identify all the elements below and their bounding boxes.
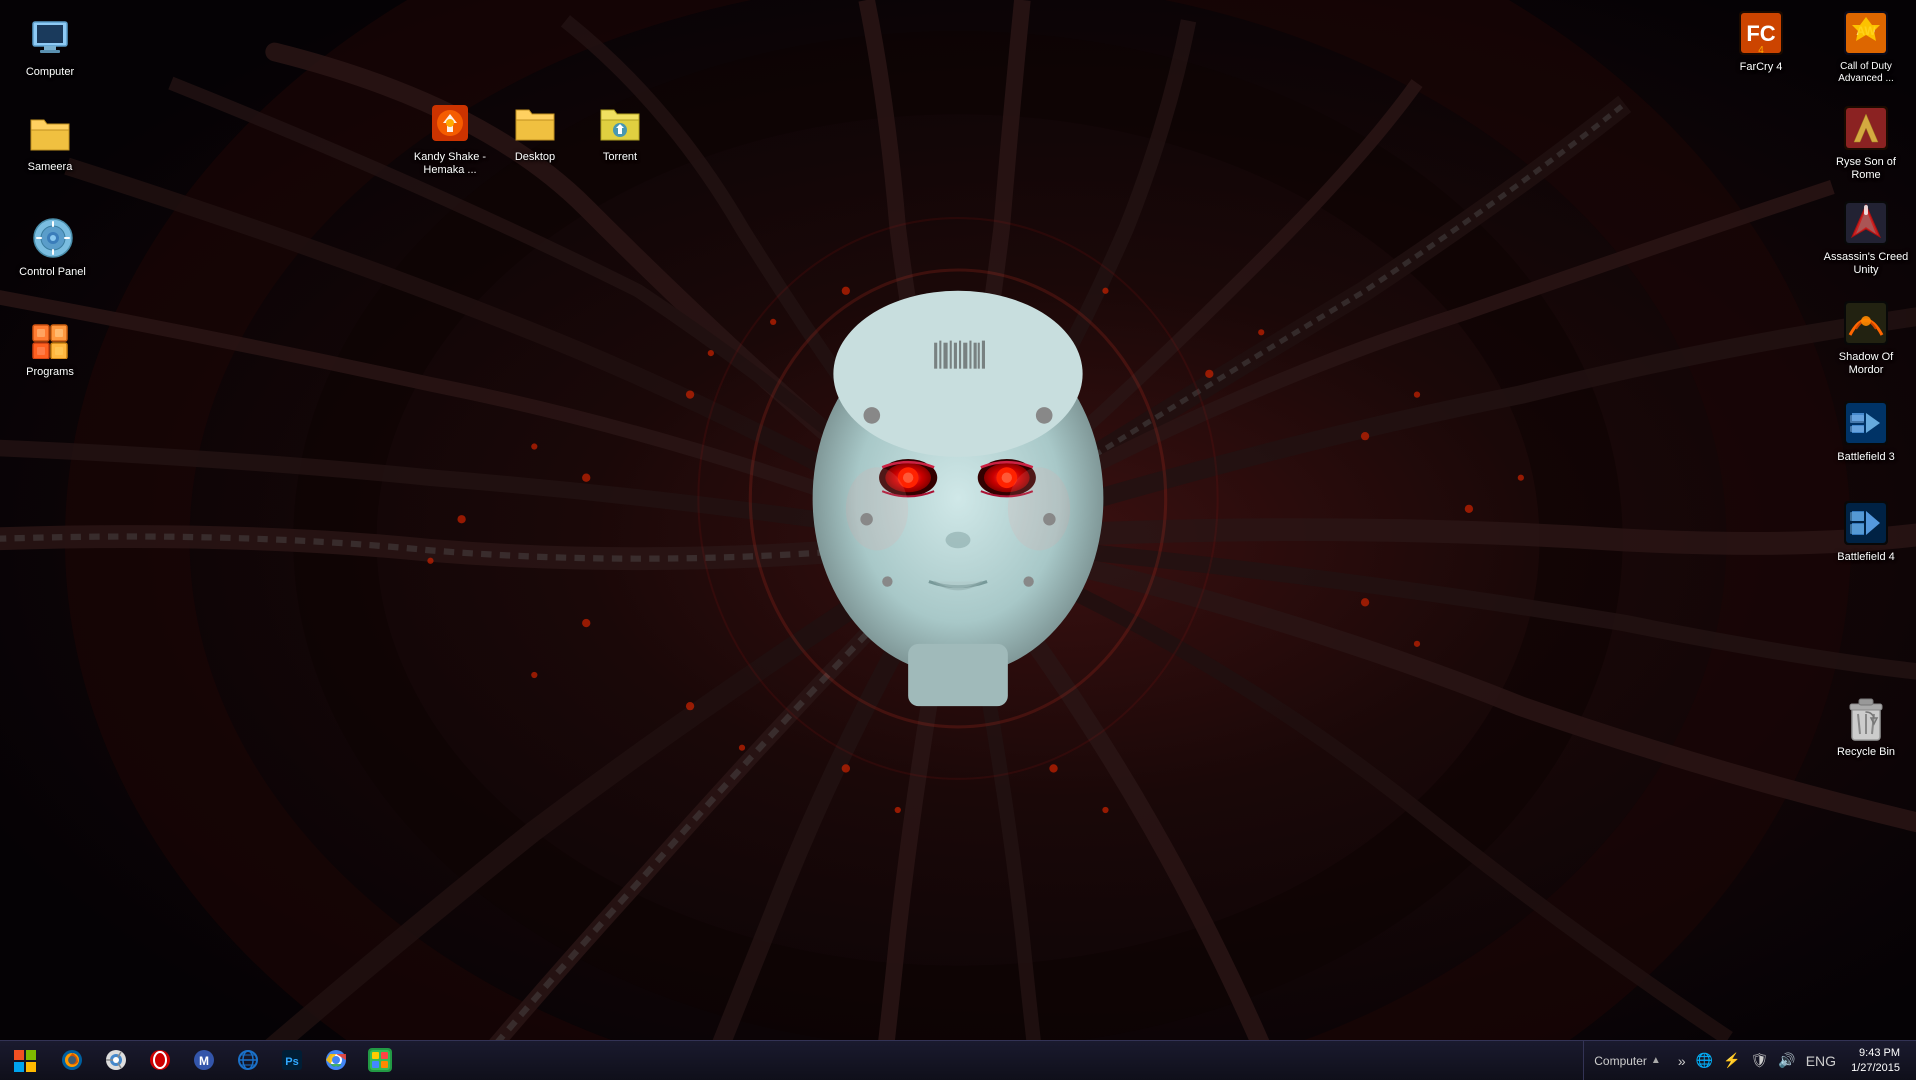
kandy-shake-label: Kandy Shake - Hemaka ... — [409, 151, 491, 177]
maxthon-icon: M — [192, 1048, 216, 1072]
clock-date: 1/27/2015 — [1851, 1061, 1900, 1075]
chrome-old-icon — [104, 1048, 128, 1072]
desktop: Computer Sameera Control Panel — [0, 0, 1916, 1080]
recycle-bin-icon[interactable]: Recycle Bin — [1816, 690, 1916, 763]
ryse-label: Ryse Son of Rome — [1820, 156, 1912, 182]
shadow-label: Shadow Of Mordor — [1820, 351, 1912, 377]
torrent-label: Torrent — [603, 151, 637, 164]
taskbar-maxthon[interactable]: M — [182, 1041, 226, 1080]
expand-arrow: ▲ — [1651, 1055, 1661, 1066]
taskbar-chrome[interactable] — [314, 1041, 358, 1080]
sameera-label: Sameera — [28, 161, 73, 174]
wallpaper — [0, 0, 1916, 1080]
assassins-label: Assassin's Creed Unity — [1820, 251, 1912, 277]
svg-text:FC: FC — [1746, 21, 1775, 46]
sameera-icon[interactable]: Sameera — [10, 105, 90, 178]
photoshop-icon: Ps — [280, 1048, 304, 1072]
kandy-shake-icon-img — [426, 99, 474, 147]
systray-area: » 🌐 ⚡ 🛡 🔊 ENG — [1675, 1050, 1839, 1071]
desktop-label: Desktop — [515, 151, 555, 164]
taskbar-chrome-old[interactable] — [94, 1041, 138, 1080]
farcry4-label: FarCry 4 — [1740, 61, 1783, 74]
taskbar-clock[interactable]: 9:43 PM 1/27/2015 — [1843, 1041, 1908, 1080]
farcry4-icon-img: FC 4 — [1737, 9, 1785, 57]
assassins-icon[interactable]: Assassin's Creed Unity — [1816, 195, 1916, 281]
taskbar: M Ps — [0, 1040, 1916, 1080]
shadow-icon-img — [1842, 299, 1890, 347]
taskbar-imageglass[interactable] — [358, 1041, 402, 1080]
ie-icon — [236, 1048, 260, 1072]
cod-advanced-icon-img: AW — [1842, 9, 1890, 57]
computer-label: Computer — [26, 66, 74, 79]
language-icon[interactable]: ENG — [1803, 1051, 1839, 1071]
computer-icon-img — [26, 14, 74, 62]
kandy-shake-icon[interactable]: Kandy Shake - Hemaka ... — [405, 95, 495, 181]
cod-advanced-icon[interactable]: AW Call of Duty Advanced ... — [1816, 5, 1916, 89]
imageglass-icon — [367, 1047, 393, 1073]
network-upload-icon[interactable]: 🌐 — [1693, 1050, 1716, 1071]
control-panel-icon[interactable]: Control Panel — [10, 210, 95, 283]
power-icon[interactable]: ⚡ — [1720, 1050, 1743, 1071]
taskbar-firefox[interactable] — [50, 1041, 94, 1080]
bf3-label: Battlefield 3 — [1837, 451, 1894, 464]
taskbar-photoshop[interactable]: Ps — [270, 1041, 314, 1080]
windows-logo — [13, 1049, 37, 1073]
ryse-icon[interactable]: Ryse Son of Rome — [1816, 100, 1916, 186]
cod-advanced-label: Call of Duty Advanced ... — [1820, 61, 1912, 85]
computer-icon[interactable]: Computer — [10, 10, 90, 83]
show-hidden-icon[interactable]: » — [1675, 1051, 1689, 1071]
recycle-bin-icon-img — [1842, 694, 1890, 742]
taskbar-apps: M Ps — [50, 1041, 1575, 1080]
taskbar-ie[interactable] — [226, 1041, 270, 1080]
security-icon[interactable]: 🛡 — [1748, 1050, 1772, 1071]
programs-icon-img — [26, 314, 74, 362]
svg-text:M: M — [199, 1054, 209, 1068]
opera-icon — [148, 1048, 172, 1072]
shadow-icon[interactable]: Shadow Of Mordor — [1816, 295, 1916, 381]
bf4-label: Battlefield 4 — [1837, 551, 1894, 564]
ryse-icon-img — [1842, 104, 1890, 152]
chrome-icon — [324, 1048, 348, 1072]
sameera-icon-img — [26, 109, 74, 157]
control-panel-icon-img — [29, 214, 77, 262]
taskbar-opera[interactable] — [138, 1041, 182, 1080]
bf4-icon-img — [1842, 499, 1890, 547]
torrent-icon[interactable]: Torrent — [580, 95, 660, 168]
recycle-label: Recycle Bin — [1837, 746, 1895, 759]
assassins-icon-img — [1842, 199, 1890, 247]
desktop-folder-icon[interactable]: Desktop — [495, 95, 575, 168]
farcry4-icon[interactable]: FC 4 FarCry 4 — [1711, 5, 1811, 78]
computer-text: Computer — [1594, 1054, 1647, 1068]
speaker-icon[interactable]: 🔊 — [1775, 1050, 1798, 1071]
bf3-icon[interactable]: Battlefield 3 — [1816, 395, 1916, 468]
taskbar-right: Computer ▲ » 🌐 ⚡ 🛡 🔊 ENG 9:43 PM 1/27/20… — [1575, 1041, 1916, 1080]
start-button[interactable] — [0, 1041, 50, 1080]
programs-icon[interactable]: Programs — [10, 310, 90, 383]
programs-label: Programs — [26, 366, 74, 379]
svg-text:Ps: Ps — [285, 1056, 298, 1068]
torrent-icon-img — [596, 99, 644, 147]
taskbar-computer-label[interactable]: Computer ▲ — [1583, 1041, 1671, 1080]
bf3-icon-img — [1842, 399, 1890, 447]
desktop-folder-icon-img — [511, 99, 559, 147]
svg-text:4: 4 — [1758, 45, 1764, 56]
firefox-icon — [60, 1048, 84, 1072]
clock-time: 9:43 PM — [1859, 1046, 1900, 1060]
control-panel-label: Control Panel — [19, 266, 86, 279]
bf4-icon[interactable]: Battlefield 4 — [1816, 495, 1916, 568]
